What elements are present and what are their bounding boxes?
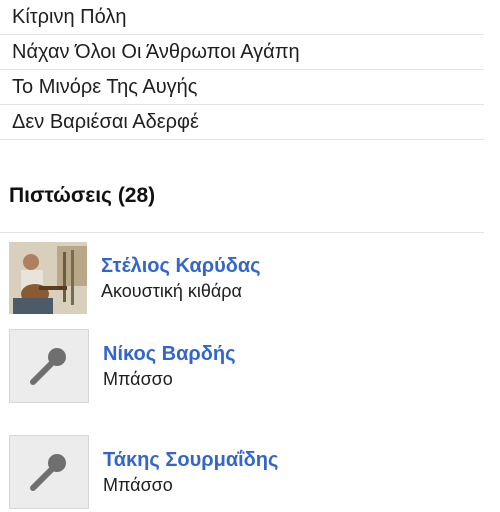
- song-item[interactable]: Το Μινόρε Της Αυγής: [0, 70, 484, 105]
- song-item[interactable]: Δεν Βαριέσαι Αδερφέ: [0, 105, 484, 140]
- artist-link[interactable]: Στέλιος Καρύδας: [101, 254, 261, 279]
- artist-photo[interactable]: [9, 242, 87, 314]
- song-title[interactable]: Δεν Βαριέσαι Αδερφέ: [12, 111, 199, 134]
- artist-placeholder[interactable]: [9, 435, 89, 509]
- song-item[interactable]: Νάχαν Όλοι Οι Άνθρωποι Αγάπη: [0, 35, 484, 70]
- credit-item[interactable]: Νίκος Βαρδής Μπάσσο: [9, 326, 489, 406]
- artist-role: Μπάσσο: [103, 368, 173, 389]
- artist-role: Ακουστική κιθάρα: [101, 280, 242, 301]
- microphone-icon: [30, 454, 66, 491]
- song-title[interactable]: Κίτρινη Πόλη: [12, 6, 127, 29]
- divider: [0, 232, 484, 233]
- microphone-icon: [30, 348, 66, 385]
- credit-item[interactable]: Τάκης Σουρμαΐδης Μπάσσο: [9, 432, 489, 512]
- credits-heading: Πιστώσεις (28): [9, 184, 156, 207]
- song-title[interactable]: Το Μινόρε Της Αυγής: [12, 76, 197, 99]
- artist-link[interactable]: Νίκος Βαρδής: [103, 342, 236, 367]
- artist-role: Μπάσσο: [103, 474, 173, 495]
- song-item[interactable]: Κίτρινη Πόλη: [0, 0, 484, 35]
- song-list: Κίτρινη Πόλη Νάχαν Όλοι Οι Άνθρωποι Αγάπ…: [0, 0, 484, 140]
- guitar-player-photo: [9, 242, 87, 314]
- credit-item[interactable]: Στέλιος Καρύδας Ακουστική κιθάρα: [9, 238, 489, 318]
- song-title[interactable]: Νάχαν Όλοι Οι Άνθρωποι Αγάπη: [12, 41, 300, 64]
- artist-link[interactable]: Τάκης Σουρμαΐδης: [103, 448, 278, 473]
- artist-placeholder[interactable]: [9, 329, 89, 403]
